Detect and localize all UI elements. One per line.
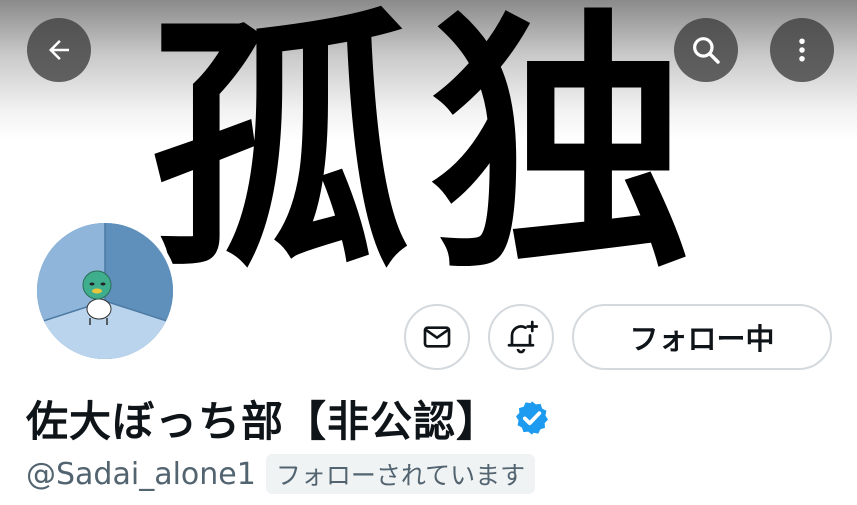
notify-button[interactable] <box>488 304 554 370</box>
following-button[interactable]: フォロー中 <box>572 304 832 370</box>
back-button[interactable] <box>27 18 91 82</box>
user-handle: @Sadai_alone1 <box>26 456 256 492</box>
follows-you-badge: フォローされています <box>265 454 536 494</box>
handle-row: @Sadai_alone1 フォローされています <box>26 452 536 496</box>
search-button[interactable] <box>674 18 738 82</box>
message-button[interactable] <box>404 304 470 370</box>
more-button[interactable] <box>770 18 834 82</box>
display-name-row: 佐大ぼっち部【非公認】 <box>26 388 551 448</box>
avatar[interactable] <box>32 218 178 364</box>
arrow-left-icon <box>49 40 69 60</box>
display-name: 佐大ぼっち部【非公認】 <box>26 396 500 446</box>
mail-icon <box>423 326 451 348</box>
more-vertical-icon <box>799 38 805 62</box>
search-icon <box>693 37 720 64</box>
bell-plus-icon <box>507 320 539 354</box>
avatar-image <box>37 223 173 359</box>
verified-badge-icon[interactable] <box>513 399 551 437</box>
